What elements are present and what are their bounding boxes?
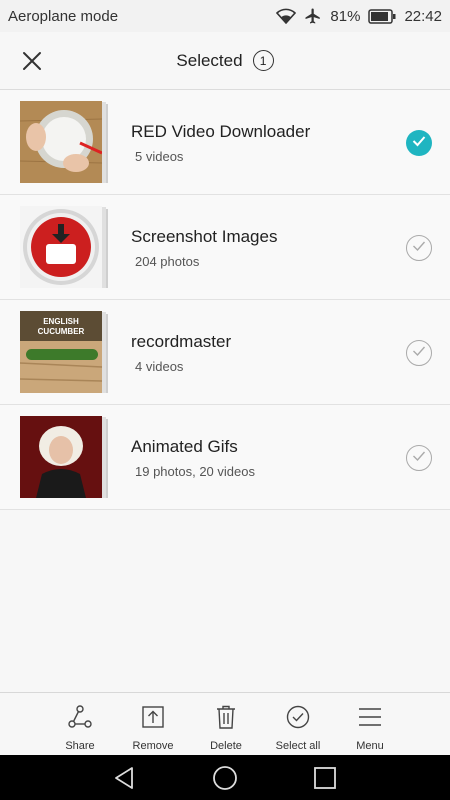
album-thumbnail xyxy=(20,101,108,184)
album-row-screenshot-images[interactable]: Screenshot Images 204 photos xyxy=(0,195,450,300)
album-row-animated-gifs[interactable]: Animated Gifs 19 photos, 20 videos xyxy=(0,405,450,510)
aeroplane-mode-label: Aeroplane mode xyxy=(8,7,119,25)
album-item-count: 4 videos xyxy=(135,359,184,374)
clock: 22:42 xyxy=(404,7,442,25)
checkmark-icon xyxy=(412,344,426,362)
remove-label: Remove xyxy=(132,740,174,752)
album-item-count: 204 photos xyxy=(135,254,200,269)
menu-label: Menu xyxy=(356,740,384,752)
wifi-icon xyxy=(276,8,297,24)
back-button[interactable] xyxy=(112,765,138,791)
home-button[interactable] xyxy=(212,765,238,791)
album-item-count: 5 videos xyxy=(135,149,184,164)
album-name: RED Video Downloader xyxy=(131,122,311,141)
system-nav-bar xyxy=(0,755,450,800)
checkmark-icon xyxy=(412,239,426,257)
recents-button[interactable] xyxy=(312,765,338,791)
recents-square-icon xyxy=(312,767,338,795)
status-bar: Aeroplane mode 81% 22:42 xyxy=(0,0,450,32)
thumb-caption-line-2: CUCUMBER xyxy=(38,327,85,336)
select-all-button[interactable]: Select all xyxy=(262,693,334,756)
share-button[interactable]: Share xyxy=(44,693,116,756)
cucumber-thumbnail-icon: ENGLISH CUCUMBER xyxy=(20,311,102,393)
album-list: RED Video Downloader 5 videos Screenshot… xyxy=(0,90,450,510)
checkmark-icon xyxy=(412,134,426,152)
download-app-icon-thumbnail-icon xyxy=(20,206,102,288)
home-circle-icon xyxy=(212,766,238,795)
select-all-label: Select all xyxy=(275,740,321,752)
album-name: recordmaster xyxy=(131,332,232,351)
album-thumbnail xyxy=(20,416,108,499)
remove-button[interactable]: Remove xyxy=(117,693,189,756)
menu-button[interactable]: Menu xyxy=(334,693,406,756)
bottom-toolbar: Share Remove Delete Select all Menu xyxy=(0,692,450,755)
album-name: Screenshot Images xyxy=(131,227,278,246)
selected-count-badge: 1 xyxy=(252,50,274,71)
person-thumbnail-icon xyxy=(20,416,102,498)
share-label: Share xyxy=(65,740,95,752)
album-row-recordmaster[interactable]: ENGLISH CUCUMBER recordmaster 4 videos xyxy=(0,300,450,405)
page-title: Selected xyxy=(176,50,243,70)
album-row-red-video-downloader[interactable]: RED Video Downloader 5 videos xyxy=(0,90,450,195)
delete-label: Delete xyxy=(210,740,242,752)
album-name: Animated Gifs xyxy=(131,437,238,456)
battery-icon xyxy=(368,8,396,24)
selection-checkbox[interactable] xyxy=(406,235,432,261)
selection-checkbox[interactable] xyxy=(406,340,432,366)
album-thumbnail: ENGLISH CUCUMBER xyxy=(20,311,108,394)
selection-checkbox[interactable] xyxy=(406,445,432,471)
selection-checkbox-checked[interactable] xyxy=(406,130,432,156)
back-triangle-icon xyxy=(112,767,138,795)
airplane-icon xyxy=(304,7,322,25)
delete-button[interactable]: Delete xyxy=(190,693,262,756)
cooking-bowl-thumbnail-icon xyxy=(20,101,102,183)
album-item-count: 19 photos, 20 videos xyxy=(135,464,255,479)
thumb-caption-line-1: ENGLISH xyxy=(43,317,79,326)
battery-percent: 81% xyxy=(330,7,361,25)
checkmark-icon xyxy=(412,449,426,467)
album-thumbnail xyxy=(20,206,108,289)
selection-header: Selected 1 xyxy=(0,32,450,90)
